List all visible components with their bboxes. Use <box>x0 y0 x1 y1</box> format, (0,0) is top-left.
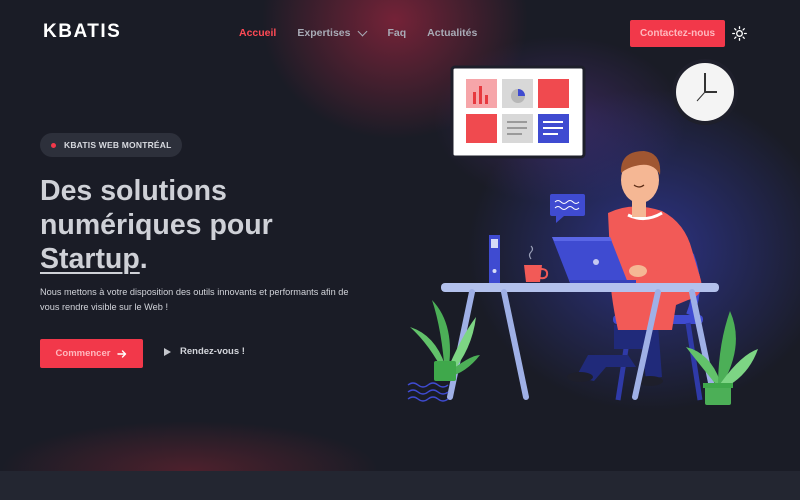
hero-title-end: . <box>139 243 148 275</box>
binder-image <box>489 235 500 283</box>
coffee-cup-icon <box>524 245 549 282</box>
start-button-label: Commencer <box>55 348 111 359</box>
nav-item-expertises[interactable]: Expertises <box>297 26 368 39</box>
hero-illustration <box>407 59 758 405</box>
appointment-label: Rendez-vous ! <box>180 346 245 357</box>
speech-bubble-icon <box>550 194 585 223</box>
contact-button[interactable]: Contactez-nous <box>630 20 725 47</box>
dashboard-board-image <box>450 65 586 159</box>
badge-dot-icon <box>51 142 56 148</box>
bottom-band <box>0 471 800 500</box>
nav-item-label: Expertises <box>297 27 351 39</box>
arrow-right-icon <box>117 349 127 358</box>
hero-title-line-2: numériques pour <box>40 209 273 241</box>
appointment-link[interactable]: Rendez-vous ! <box>164 346 245 357</box>
nav-item-label: Faq <box>387 27 407 39</box>
nav-item-label: Accueil <box>239 27 277 39</box>
nav-item-accueil[interactable]: Accueil <box>239 27 276 39</box>
play-icon <box>164 347 171 356</box>
badge-label: KBATIS WEB MONTRÉAL <box>64 140 172 150</box>
hero-title-line-1: Des solutions <box>40 175 227 207</box>
start-button[interactable]: Commencer <box>40 339 143 368</box>
hero-title-highlight: Startup <box>40 243 140 275</box>
nav-item-label: Actualités <box>427 27 478 39</box>
location-badge: KBATIS WEB MONTRÉAL <box>40 133 182 157</box>
sun-icon[interactable] <box>732 26 747 41</box>
logo[interactable]: KBATIS <box>43 21 121 43</box>
nav-item-faq[interactable]: Faq <box>387 27 406 39</box>
main-nav: Accueil Expertises Faq Actualités <box>239 26 498 39</box>
site-header: KBATIS Accueil Expertises Faq Actualités… <box>0 0 800 66</box>
nav-item-actualites[interactable]: Actualités <box>427 27 477 39</box>
wall-clock-icon <box>672 59 738 125</box>
hero-description: Nous mettons à votre disposition des out… <box>40 287 349 312</box>
hero-title: Des solutions numériques pour Startup. <box>40 174 360 276</box>
chevron-down-icon <box>358 26 368 36</box>
